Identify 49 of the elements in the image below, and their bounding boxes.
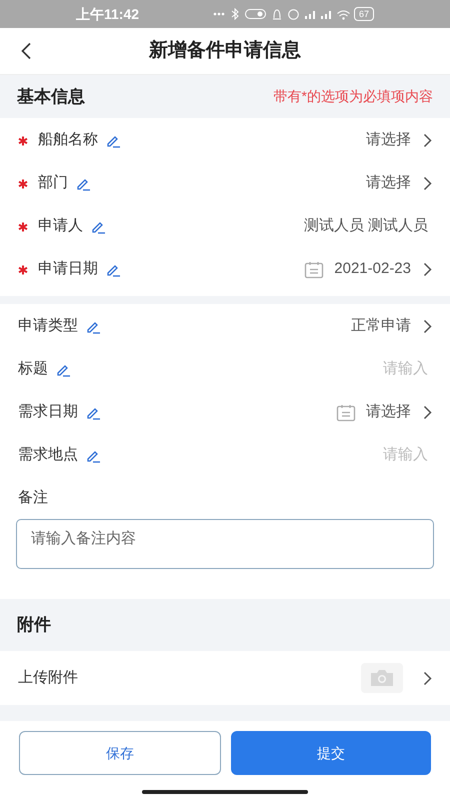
field-label: 部门: [38, 173, 68, 194]
select-field[interactable]: 2021-02-23: [334, 258, 411, 281]
submit-button[interactable]: 提交: [231, 731, 431, 775]
field-label: 申请日期: [38, 259, 98, 280]
remarks-field[interactable]: 请输入备注内容: [16, 519, 434, 569]
select-field[interactable]: 正常申请: [351, 315, 411, 338]
field-label: 标题: [18, 359, 48, 380]
field-label: 申请人: [38, 216, 83, 236]
calendar-icon: [336, 404, 356, 422]
select-field[interactable]: 请选择: [366, 129, 411, 152]
calendar-icon: [304, 260, 324, 278]
save-button[interactable]: 保存: [19, 731, 221, 775]
pencil-icon: [76, 176, 92, 190]
chevron-right-icon: [423, 176, 432, 191]
chevron-right-icon: [423, 133, 432, 148]
status-time: 上午11:42: [76, 4, 140, 24]
chevron-right-icon: [423, 405, 432, 420]
pencil-icon: [106, 262, 122, 276]
chevron-right-icon: [423, 670, 432, 686]
field-label: 需求地点: [18, 445, 78, 466]
section-title: 基本信息: [17, 86, 85, 108]
pencil-icon: [91, 220, 107, 234]
field-label: 需求日期: [18, 402, 78, 422]
field-value: 测试人员 测试人员: [304, 216, 428, 236]
toggle-icon: [244, 9, 266, 19]
upload-label: 上传附件: [18, 668, 78, 688]
bluetooth-icon: [230, 8, 239, 20]
battery-indicator: 67: [354, 7, 374, 21]
pencil-icon: [56, 362, 72, 376]
signal-icon: [304, 9, 315, 19]
pencil-icon: [86, 448, 102, 462]
camera-icon: [370, 669, 394, 687]
field-label: 申请类型: [18, 316, 78, 336]
field-label: 船舶名称: [38, 130, 98, 150]
more-dots-icon: [212, 12, 225, 16]
signal-icon: [320, 9, 331, 19]
remarks-label: 备注: [18, 489, 48, 506]
pencil-icon: [86, 320, 102, 334]
pencil-icon: [86, 406, 102, 420]
page-title: 新增备件申请信息: [149, 38, 301, 63]
select-field[interactable]: 请选择: [366, 401, 411, 424]
wifi-icon: [336, 8, 350, 20]
chevron-right-icon: [423, 262, 432, 277]
select-field[interactable]: 请选择: [366, 172, 411, 195]
chevron-right-icon: [423, 319, 432, 334]
back-icon: [20, 42, 32, 60]
required-hint: 带有*的选项为必填项内容: [274, 87, 433, 106]
section-title: 附件: [17, 614, 51, 636]
pencil-icon: [106, 134, 122, 148]
